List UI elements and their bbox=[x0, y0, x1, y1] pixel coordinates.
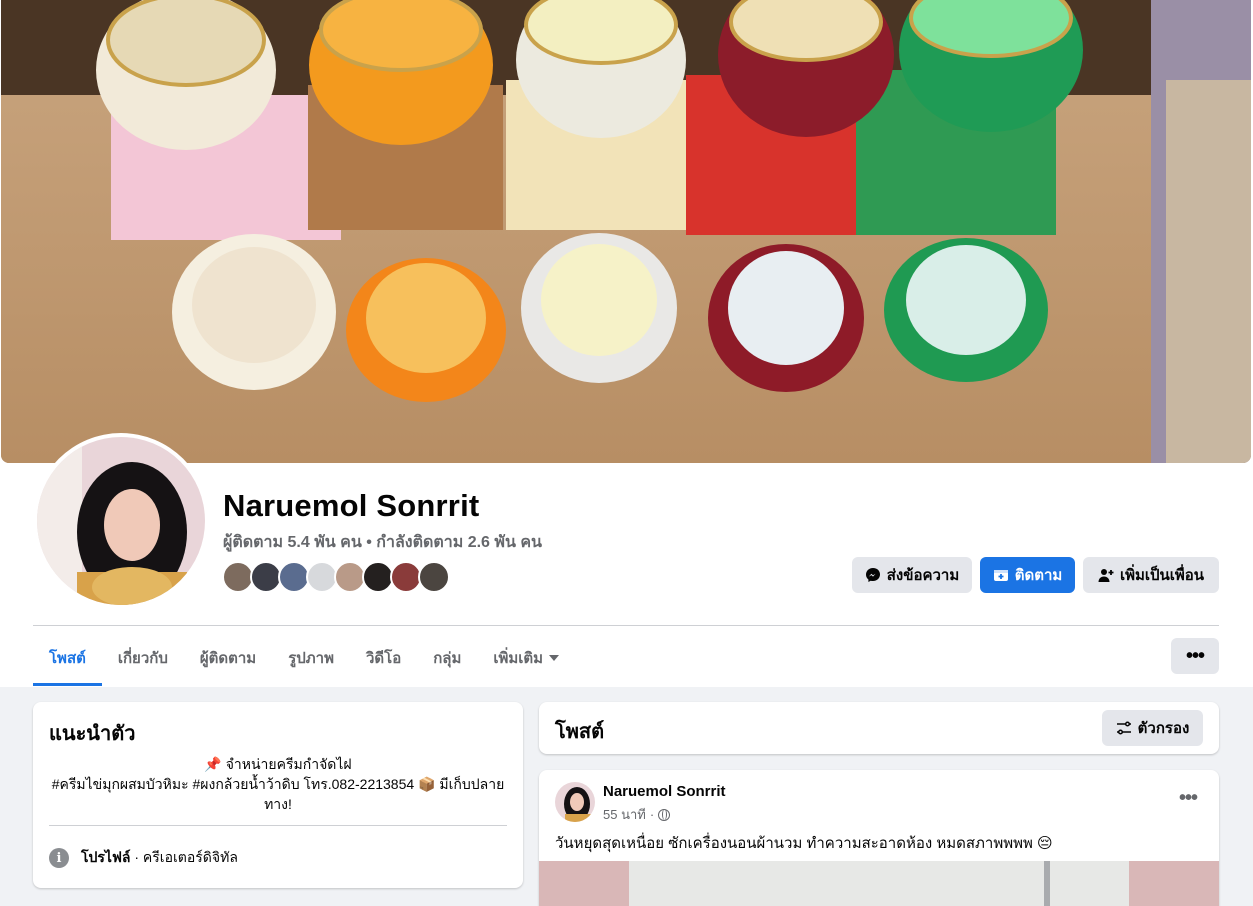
ellipsis-icon: ••• bbox=[1185, 645, 1205, 667]
tab-videos[interactable]: วิดีโอ bbox=[350, 630, 417, 686]
tab-photos[interactable]: รูปภาพ bbox=[272, 630, 350, 686]
post-card: Naruemol Sonrrit 55 นาที · ••• วันหยุดสุ… bbox=[539, 770, 1219, 906]
header-divider bbox=[33, 625, 1219, 626]
profile-type-label: โปรไฟล์ bbox=[81, 849, 131, 865]
intro-bio-line: 📌 จำหน่ายครีมกำจัดไฝ bbox=[204, 756, 352, 772]
ellipsis-icon: ••• bbox=[1178, 787, 1198, 809]
post-options-button[interactable]: ••• bbox=[1178, 787, 1198, 809]
intro-title: แนะนำตัว bbox=[49, 723, 136, 745]
add-friend-button-label: เพิ่มเป็นเพื่อน bbox=[1119, 567, 1205, 584]
post-time[interactable]: 55 นาที bbox=[603, 804, 646, 825]
profile-more-button[interactable]: ••• bbox=[1171, 638, 1219, 674]
intro-bio: 📌 จำหน่ายครีมกำจัดไฝ #ครีมไข่มุกผสมบัวหิ… bbox=[49, 754, 507, 814]
globe-icon bbox=[658, 808, 671, 821]
post-text: วันหยุดสุดเหนื่อย ซักเครื่องนอนผ้านวม ทำ… bbox=[555, 835, 1053, 852]
posts-title: โพสต์ bbox=[555, 721, 605, 743]
follower-stats[interactable]: ผู้ติดตาม 5.4 พัน คน • กำลังติดตาม 2.6 พ… bbox=[223, 530, 542, 555]
post-image[interactable] bbox=[539, 861, 1219, 906]
friend-avatar[interactable] bbox=[418, 561, 450, 593]
tab-videos-label: วิดีโอ bbox=[365, 650, 402, 667]
profile-type-text: โปรไฟล์ · ครีเอเตอร์ดิจิทัล bbox=[81, 847, 238, 869]
info-icon: i bbox=[49, 848, 69, 868]
post-image-detail bbox=[1044, 861, 1050, 906]
intro-bio-line: #ครีมไข่มุกผสมบัวหิมะ #ผงกล้วยน้ำว้าดิบ … bbox=[51, 776, 505, 812]
tab-more-label: เพิ่มเติม bbox=[493, 650, 544, 667]
filter-icon bbox=[1116, 721, 1131, 735]
messenger-icon bbox=[865, 568, 880, 582]
cover-photo[interactable] bbox=[1, 0, 1251, 463]
post-author-name[interactable]: Naruemol Sonrrit bbox=[603, 783, 726, 800]
tab-photos-label: รูปภาพ bbox=[288, 650, 334, 667]
tab-about[interactable]: เกี่ยวกับ bbox=[102, 630, 184, 686]
tab-groups[interactable]: กลุ่ม bbox=[417, 630, 477, 686]
tab-posts[interactable]: โพสต์ bbox=[33, 630, 102, 686]
filter-button[interactable]: ตัวกรอง bbox=[1102, 710, 1203, 746]
tab-more[interactable]: เพิ่มเติม bbox=[477, 630, 575, 686]
meta-separator: · bbox=[649, 807, 655, 822]
profile-type-row: i โปรไฟล์ · ครีเอเตอร์ดิจิทัล bbox=[49, 847, 238, 869]
post-meta: 55 นาที · bbox=[603, 804, 671, 825]
tab-groups-label: กลุ่ม bbox=[433, 650, 462, 667]
profile-type-value: · ครีเอเตอร์ดิจิทัล bbox=[130, 849, 238, 865]
post-author-avatar[interactable] bbox=[555, 782, 595, 822]
profile-name: Naruemol Sonrrit bbox=[223, 488, 480, 523]
friend-avatars-row[interactable] bbox=[222, 561, 450, 593]
tab-followers-label: ผู้ติดตาม bbox=[199, 650, 257, 667]
follow-button[interactable]: ติดตาม bbox=[980, 557, 1075, 593]
filter-button-label: ตัวกรอง bbox=[1137, 720, 1190, 737]
chevron-down-icon bbox=[549, 655, 560, 661]
message-button-label: ส่งข้อความ bbox=[886, 567, 960, 584]
follow-button-label: ติดตาม bbox=[1014, 567, 1063, 584]
post-image-content bbox=[629, 861, 1129, 906]
add-friend-button[interactable]: เพิ่มเป็นเพื่อน bbox=[1083, 557, 1219, 593]
intro-divider bbox=[49, 825, 507, 826]
tab-followers[interactable]: ผู้ติดตาม bbox=[184, 630, 272, 686]
follow-icon bbox=[993, 570, 1008, 581]
tab-about-label: เกี่ยวกับ bbox=[117, 650, 168, 667]
profile-avatar[interactable] bbox=[33, 433, 209, 609]
profile-header: Naruemol Sonrrit ผู้ติดตาม 5.4 พัน คน • … bbox=[0, 0, 1253, 687]
message-button[interactable]: ส่งข้อความ bbox=[852, 557, 972, 593]
add-friend-icon bbox=[1098, 569, 1114, 582]
tab-posts-label: โพสต์ bbox=[49, 650, 86, 667]
posts-header-card: โพสต์ ตัวกรอง bbox=[539, 702, 1219, 754]
intro-card: แนะนำตัว 📌 จำหน่ายครีมกำจัดไฝ #ครีมไข่มุ… bbox=[33, 702, 523, 888]
profile-tabs: โพสต์ เกี่ยวกับ ผู้ติดตาม รูปภาพ วิดีโอ … bbox=[33, 630, 575, 686]
